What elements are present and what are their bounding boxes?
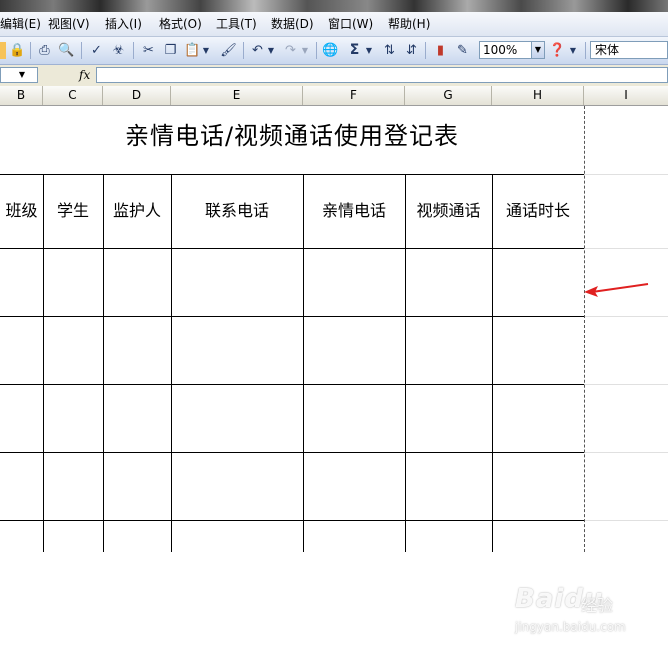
worksheet-grid[interactable]: 亲情电话/视频通话使用登记表 班级 学生 监护人 联系电话 亲情电话 视频通话 … <box>0 106 668 634</box>
red-arrow-annotation <box>584 283 649 297</box>
header-cell-call-duration[interactable]: 通话时长 <box>492 174 584 248</box>
menu-data[interactable]: 数据(D) <box>271 16 314 32</box>
permission-icon[interactable]: 🔒 <box>9 42 26 59</box>
sort-ascending-icon[interactable]: ⇅ <box>381 42 398 59</box>
format-painter-icon[interactable]: 🖌 <box>220 42 237 59</box>
paste-dropdown-chevron-icon[interactable]: ▼ <box>201 42 211 59</box>
undo-dropdown-chevron-icon[interactable]: ▼ <box>266 42 276 59</box>
column-header-d[interactable]: D <box>103 86 171 105</box>
name-box[interactable]: ▼ <box>0 67 38 83</box>
table-border <box>0 520 584 521</box>
menu-edit[interactable]: 编辑(E) <box>0 16 41 32</box>
formula-input[interactable] <box>96 67 668 83</box>
undo-icon[interactable]: ↶ <box>249 42 266 59</box>
header-cell-video-call[interactable]: 视频通话 <box>405 174 492 248</box>
table-border <box>0 452 584 453</box>
paste-icon[interactable]: 📋 <box>184 42 201 59</box>
menu-view[interactable]: 视图(V) <box>48 16 90 32</box>
toolbar-separator <box>30 42 31 59</box>
copy-icon[interactable]: ❐ <box>162 42 179 59</box>
column-header-b[interactable]: B <box>0 86 43 105</box>
arrow-shaft <box>591 283 649 293</box>
column-header-h[interactable]: H <box>492 86 584 105</box>
menu-format[interactable]: 格式(O) <box>159 16 202 32</box>
help-icon[interactable]: ❓ <box>549 42 566 59</box>
toolbar-options-chevron-icon[interactable]: ▼ <box>568 42 578 59</box>
page-break-line <box>584 106 585 552</box>
standard-toolbar: 🔒 ⎙ 🔍 ✓ ☣ ✂ ❐ 📋 ▼ 🖌 ↶ ▼ ↷ ▼ 🌐 Σ ▼ ⇅ ⇵ ▮ … <box>0 37 668 65</box>
header-cell-guardian[interactable]: 监护人 <box>103 174 171 248</box>
font-name-select[interactable]: 宋体 <box>590 41 668 59</box>
column-header-i[interactable]: I <box>584 86 668 105</box>
redo-dropdown-chevron-icon[interactable]: ▼ <box>300 42 310 59</box>
column-header-c[interactable]: C <box>43 86 103 105</box>
toolbar-separator <box>425 42 426 59</box>
table-border <box>0 248 584 249</box>
toolbar-separator <box>585 42 586 59</box>
zoom-dropdown-chevron-icon[interactable]: ▼ <box>531 42 544 58</box>
zoom-select[interactable]: 100% ▼ <box>479 41 545 59</box>
font-name-value: 宋体 <box>595 43 620 57</box>
toolbar-separator <box>316 42 317 59</box>
background-photo-strip <box>0 0 668 12</box>
watermark-url: jingyan.baidu.com <box>515 620 626 634</box>
table-border <box>0 316 584 317</box>
column-header-row: B C D E F G H I <box>0 86 668 106</box>
baidu-watermark: Baidu 经验 jingyan.baidu.com <box>505 580 665 650</box>
autosum-dropdown-chevron-icon[interactable]: ▼ <box>364 42 374 59</box>
menu-insert[interactable]: 插入(I) <box>105 16 142 32</box>
name-box-chevron-icon[interactable]: ▼ <box>19 68 25 82</box>
sheet-title[interactable]: 亲情电话/视频通话使用登记表 <box>0 120 584 152</box>
menu-help[interactable]: 帮助(H) <box>388 16 430 32</box>
sort-descending-icon[interactable]: ⇵ <box>403 42 420 59</box>
column-header-f[interactable]: F <box>303 86 405 105</box>
zoom-value: 100% <box>483 43 518 57</box>
toolbar-separator <box>243 42 244 59</box>
menu-bar: 编辑(E) 视图(V) 插入(I) 格式(O) 工具(T) 数据(D) 窗口(W… <box>0 12 668 37</box>
toolbar-separator <box>81 42 82 59</box>
watermark-sub: 经验 <box>581 596 614 615</box>
toolbar-separator <box>133 42 134 59</box>
menu-window[interactable]: 窗口(W) <box>328 16 373 32</box>
formula-bar: ▼ fx <box>0 65 668 87</box>
autosum-icon[interactable]: Σ <box>346 42 363 59</box>
hyperlink-icon[interactable]: 🌐 <box>322 42 339 59</box>
spelling-icon[interactable]: ✓ <box>88 42 105 59</box>
header-cell-student[interactable]: 学生 <box>43 174 103 248</box>
column-header-g[interactable]: G <box>405 86 492 105</box>
cut-icon[interactable]: ✂ <box>140 42 157 59</box>
print-icon[interactable]: ⎙ <box>36 42 53 59</box>
redo-icon[interactable]: ↷ <box>282 42 299 59</box>
print-preview-icon[interactable]: 🔍 <box>58 42 75 59</box>
menu-tools[interactable]: 工具(T) <box>216 16 257 32</box>
table-border <box>0 384 584 385</box>
header-cell-class[interactable]: 班级 <box>0 174 43 248</box>
header-cell-family-call[interactable]: 亲情电话 <box>303 174 405 248</box>
research-icon[interactable]: ☣ <box>110 42 127 59</box>
chart-wizard-icon[interactable]: ▮ <box>432 42 449 59</box>
insert-function-icon[interactable]: fx <box>79 67 90 83</box>
column-header-e[interactable]: E <box>171 86 303 105</box>
open-folder-icon[interactable] <box>0 42 6 59</box>
drawing-icon[interactable]: ✎ <box>454 42 471 59</box>
header-cell-contact-phone[interactable]: 联系电话 <box>171 174 303 248</box>
